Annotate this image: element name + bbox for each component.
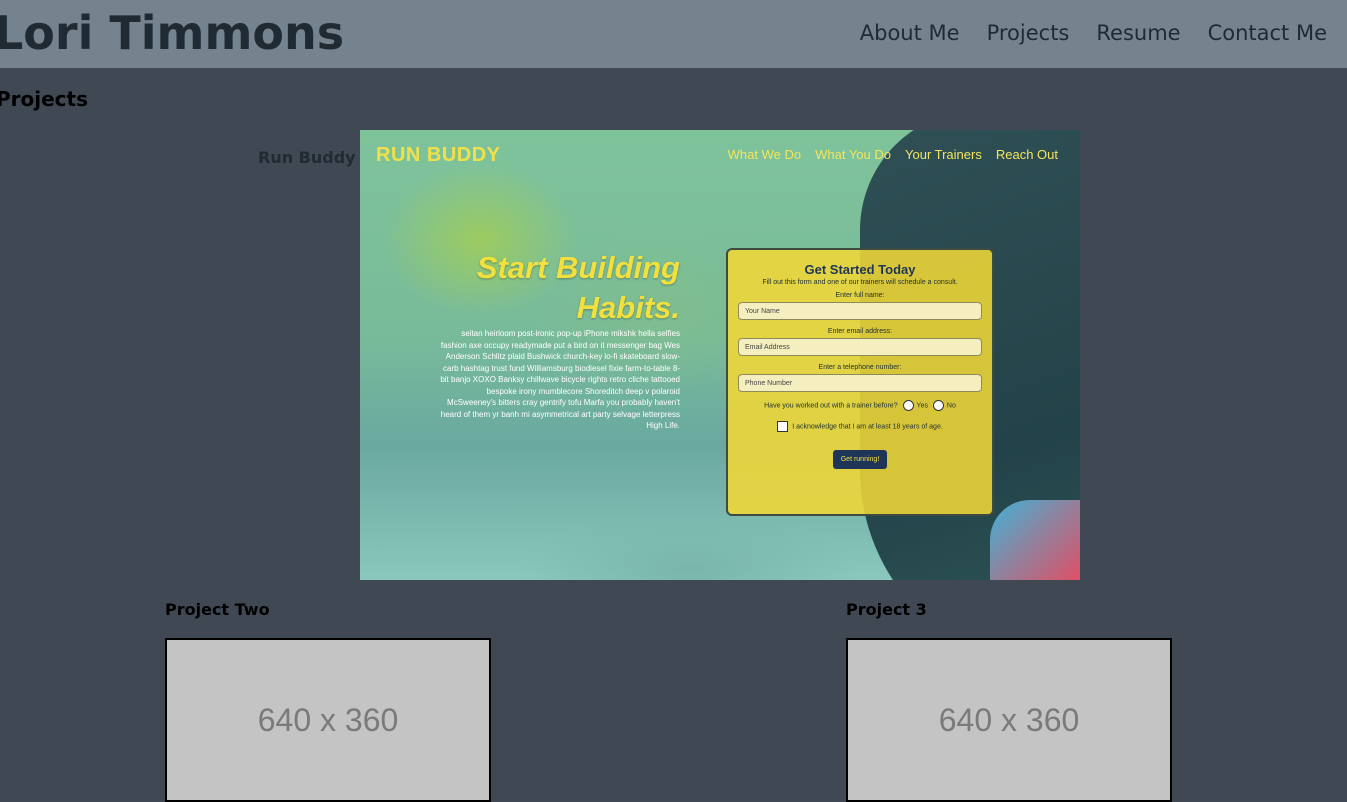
email-label: Enter email address: [827, 328, 893, 335]
project-three-image[interactable]: 640 x 360 [846, 638, 1172, 802]
run-buddy-body-text: seitan heirloom post-ironic pop-up iPhon… [440, 329, 680, 430]
ack-checkbox [777, 421, 789, 432]
nav-contact-me[interactable]: Contact Me [1208, 20, 1327, 46]
site-header: Lori Timmons About Me Projects Resume Co… [0, 0, 1347, 68]
run-buddy-screenshot[interactable]: RUN BUDDY What We Do What You Do Your Tr… [360, 130, 1080, 580]
rb-nav-item: What We Do [727, 147, 802, 162]
radio-no [932, 400, 944, 411]
run-buddy-hero: Start Building Habits. [477, 248, 680, 328]
rb-nav-item: Reach Out [995, 147, 1058, 162]
phone-field: Phone Number [738, 374, 982, 392]
project-two-label: Project Two [165, 600, 270, 619]
yes-label: Yes [916, 402, 928, 410]
nav-projects[interactable]: Projects [987, 20, 1070, 46]
nav-about-me[interactable]: About Me [860, 20, 960, 46]
form-subtitle: Fill out this form and one of our traine… [762, 279, 958, 286]
run-buddy-form: Get Started Today Fill out this form and… [726, 248, 994, 516]
name-label: Enter full name: [835, 292, 885, 299]
project-three-label: Project 3 [846, 600, 927, 619]
radio-yes [902, 400, 914, 411]
project-run-buddy-label: Run Buddy [258, 148, 356, 167]
rb-nav-item: What You Do [815, 147, 891, 162]
run-buddy-nav: What We Do What You Do Your Trainers Rea… [728, 147, 1058, 162]
trainer-question-row: Have you worked out with a trainer befor… [728, 400, 992, 411]
rb-nav-item: Your Trainers [905, 147, 982, 162]
site-title: Lori Timmons [0, 6, 345, 60]
name-field: Your Name [738, 302, 982, 320]
no-label: No [946, 402, 956, 410]
trainer-question: Have you worked out with a trainer befor… [764, 402, 898, 410]
main-nav: About Me Projects Resume Contact Me [860, 20, 1327, 46]
ack-row: I acknowledge that I am at least 18 year… [728, 421, 992, 432]
runner-shoe [990, 500, 1080, 580]
hero-line-2: Habits. [576, 290, 680, 325]
hero-line-1: Start Building [476, 250, 680, 285]
run-buddy-logo: RUN BUDDY [376, 144, 501, 166]
phone-label: Enter a telephone number: [818, 364, 902, 371]
projects-heading: Projects [0, 87, 89, 111]
get-running-button: Get running! [832, 450, 888, 469]
ack-label: I acknowledge that I am at least 18 year… [792, 423, 943, 431]
nav-resume[interactable]: Resume [1096, 20, 1180, 46]
project-two-image[interactable]: 640 x 360 [165, 638, 491, 802]
email-field: Email Address [738, 338, 982, 356]
form-title: Get Started Today [804, 262, 916, 277]
